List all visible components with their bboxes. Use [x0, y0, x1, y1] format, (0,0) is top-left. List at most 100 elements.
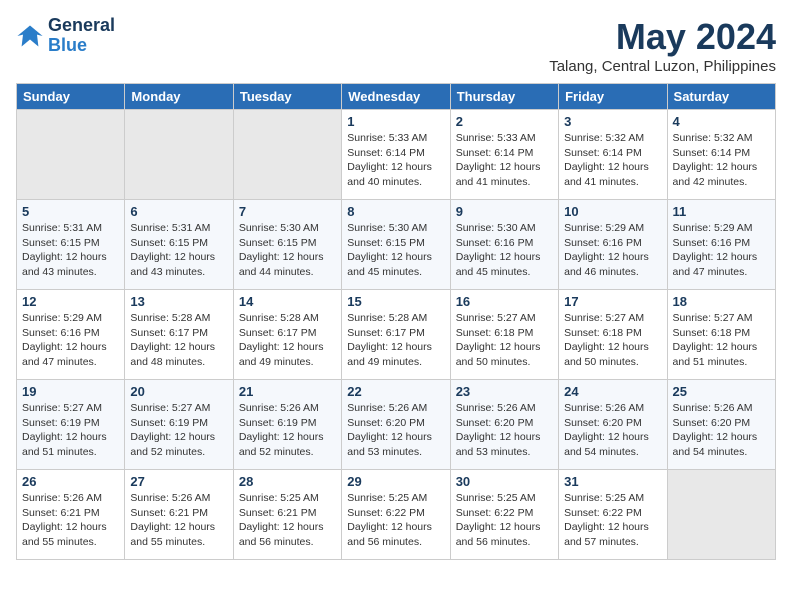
page-header: General Blue May 2024 Talang, Central Lu… — [16, 16, 776, 75]
day-info: Sunrise: 5:27 AM Sunset: 6:19 PM Dayligh… — [130, 401, 227, 460]
calendar-week-row: 12Sunrise: 5:29 AM Sunset: 6:16 PM Dayli… — [17, 290, 776, 380]
calendar-cell: 20 Sunrise: 5:27 AM Sunset: 6:19 PM Dayli… — [125, 380, 233, 470]
day-info: Sunrise: 5:26 AM Sunset: 6:20 PM Dayligh… — [347, 401, 444, 460]
calendar-cell: 7 Sunrise: 5:30 AM Sunset: 6:15 PM Daylig… — [233, 200, 341, 290]
day-number: 28 — [239, 474, 336, 489]
calendar-cell: 31Sunrise: 5:25 AM Sunset: 6:22 PM Dayli… — [559, 470, 667, 560]
calendar-week-row: 19Sunrise: 5:27 AM Sunset: 6:19 PM Dayli… — [17, 380, 776, 470]
title-block: May 2024 Talang, Central Luzon, Philippi… — [549, 16, 776, 75]
day-number: 25 — [673, 384, 770, 399]
day-info: Sunrise: 5:31 AM Sunset: 6:15 PM Dayligh… — [130, 221, 227, 280]
calendar-cell: 17Sunrise: 5:27 AM Sunset: 6:18 PM Dayli… — [559, 290, 667, 380]
day-info: Sunrise: 5:30 AM Sunset: 6:15 PM Dayligh… — [347, 221, 444, 280]
day-info: Sunrise: 5:32 AM Sunset: 6:14 PM Dayligh… — [673, 131, 770, 190]
day-number: 4 — [673, 114, 770, 129]
calendar-cell: 19Sunrise: 5:27 AM Sunset: 6:19 PM Dayli… — [17, 380, 125, 470]
calendar-cell: 30 Sunrise: 5:25 AM Sunset: 6:22 PM Dayli… — [450, 470, 558, 560]
calendar-cell: 21 Sunrise: 5:26 AM Sunset: 6:19 PM Dayli… — [233, 380, 341, 470]
day-info: Sunrise: 5:26 AM Sunset: 6:21 PM Dayligh… — [22, 491, 119, 550]
calendar-cell: 12Sunrise: 5:29 AM Sunset: 6:16 PM Dayli… — [17, 290, 125, 380]
calendar-week-row: 1Sunrise: 5:33 AM Sunset: 6:14 PM Daylig… — [17, 110, 776, 200]
calendar-cell: 22Sunrise: 5:26 AM Sunset: 6:20 PM Dayli… — [342, 380, 450, 470]
calendar-body: 1Sunrise: 5:33 AM Sunset: 6:14 PM Daylig… — [17, 110, 776, 560]
calendar-cell: 6 Sunrise: 5:31 AM Sunset: 6:15 PM Daylig… — [125, 200, 233, 290]
day-info: Sunrise: 5:25 AM Sunset: 6:22 PM Dayligh… — [347, 491, 444, 550]
day-info: Sunrise: 5:31 AM Sunset: 6:15 PM Dayligh… — [22, 221, 119, 280]
day-number: 16 — [456, 294, 553, 309]
calendar-week-row: 26 Sunrise: 5:26 AM Sunset: 6:21 PM Dayli… — [17, 470, 776, 560]
day-info: Sunrise: 5:30 AM Sunset: 6:15 PM Dayligh… — [239, 221, 336, 280]
calendar-cell: 29 Sunrise: 5:25 AM Sunset: 6:22 PM Dayli… — [342, 470, 450, 560]
location-title: Talang, Central Luzon, Philippines — [549, 58, 776, 75]
calendar-cell: 24 Sunrise: 5:26 AM Sunset: 6:20 PM Dayli… — [559, 380, 667, 470]
day-info: Sunrise: 5:26 AM Sunset: 6:20 PM Dayligh… — [673, 401, 770, 460]
day-number: 10 — [564, 204, 661, 219]
month-title: May 2024 — [549, 16, 776, 58]
calendar-cell: 2Sunrise: 5:33 AM Sunset: 6:14 PM Daylig… — [450, 110, 558, 200]
day-number: 13 — [130, 294, 227, 309]
calendar-cell — [667, 470, 775, 560]
day-info: Sunrise: 5:25 AM Sunset: 6:22 PM Dayligh… — [456, 491, 553, 550]
day-number: 31 — [564, 474, 661, 489]
day-info: Sunrise: 5:32 AM Sunset: 6:14 PM Dayligh… — [564, 131, 661, 190]
day-number: 5 — [22, 204, 119, 219]
calendar-cell: 10 Sunrise: 5:29 AM Sunset: 6:16 PM Dayli… — [559, 200, 667, 290]
calendar-cell: 9 Sunrise: 5:30 AM Sunset: 6:16 PM Daylig… — [450, 200, 558, 290]
day-info: Sunrise: 5:25 AM Sunset: 6:21 PM Dayligh… — [239, 491, 336, 550]
day-number: 27 — [130, 474, 227, 489]
day-info: Sunrise: 5:29 AM Sunset: 6:16 PM Dayligh… — [564, 221, 661, 280]
day-number: 26 — [22, 474, 119, 489]
day-info: Sunrise: 5:26 AM Sunset: 6:20 PM Dayligh… — [456, 401, 553, 460]
calendar-week-row: 5 Sunrise: 5:31 AM Sunset: 6:15 PM Daylig… — [17, 200, 776, 290]
day-number: 20 — [130, 384, 227, 399]
day-number: 7 — [239, 204, 336, 219]
calendar-cell: 26 Sunrise: 5:26 AM Sunset: 6:21 PM Dayli… — [17, 470, 125, 560]
day-number: 1 — [347, 114, 444, 129]
day-info: Sunrise: 5:27 AM Sunset: 6:19 PM Dayligh… — [22, 401, 119, 460]
calendar-cell: 18 Sunrise: 5:27 AM Sunset: 6:18 PM Dayli… — [667, 290, 775, 380]
calendar-day-header: Monday — [125, 84, 233, 110]
calendar-cell: 14Sunrise: 5:28 AM Sunset: 6:17 PM Dayli… — [233, 290, 341, 380]
day-number: 23 — [456, 384, 553, 399]
day-number: 30 — [456, 474, 553, 489]
calendar-cell: 13 Sunrise: 5:28 AM Sunset: 6:17 PM Dayli… — [125, 290, 233, 380]
day-number: 2 — [456, 114, 553, 129]
calendar-cell — [233, 110, 341, 200]
day-info: Sunrise: 5:27 AM Sunset: 6:18 PM Dayligh… — [564, 311, 661, 370]
calendar-day-header: Tuesday — [233, 84, 341, 110]
calendar-cell: 23 Sunrise: 5:26 AM Sunset: 6:20 PM Dayli… — [450, 380, 558, 470]
day-info: Sunrise: 5:28 AM Sunset: 6:17 PM Dayligh… — [239, 311, 336, 370]
day-info: Sunrise: 5:29 AM Sunset: 6:16 PM Dayligh… — [22, 311, 119, 370]
calendar-cell — [17, 110, 125, 200]
day-info: Sunrise: 5:28 AM Sunset: 6:17 PM Dayligh… — [347, 311, 444, 370]
calendar-cell: 5 Sunrise: 5:31 AM Sunset: 6:15 PM Daylig… — [17, 200, 125, 290]
day-number: 3 — [564, 114, 661, 129]
day-info: Sunrise: 5:29 AM Sunset: 6:16 PM Dayligh… — [673, 221, 770, 280]
day-number: 6 — [130, 204, 227, 219]
calendar-cell — [125, 110, 233, 200]
day-info: Sunrise: 5:27 AM Sunset: 6:18 PM Dayligh… — [673, 311, 770, 370]
calendar-cell: 27 Sunrise: 5:26 AM Sunset: 6:21 PM Dayli… — [125, 470, 233, 560]
day-info: Sunrise: 5:28 AM Sunset: 6:17 PM Dayligh… — [130, 311, 227, 370]
calendar-cell: 25 Sunrise: 5:26 AM Sunset: 6:20 PM Dayli… — [667, 380, 775, 470]
day-number: 21 — [239, 384, 336, 399]
day-info: Sunrise: 5:26 AM Sunset: 6:21 PM Dayligh… — [130, 491, 227, 550]
logo: General Blue — [16, 16, 115, 56]
calendar-cell: 4 Sunrise: 5:32 AM Sunset: 6:14 PM Daylig… — [667, 110, 775, 200]
day-number: 18 — [673, 294, 770, 309]
calendar-cell: 8 Sunrise: 5:30 AM Sunset: 6:15 PM Daylig… — [342, 200, 450, 290]
calendar-cell: 3 Sunrise: 5:32 AM Sunset: 6:14 PM Daylig… — [559, 110, 667, 200]
day-info: Sunrise: 5:27 AM Sunset: 6:18 PM Dayligh… — [456, 311, 553, 370]
day-number: 9 — [456, 204, 553, 219]
day-number: 24 — [564, 384, 661, 399]
calendar-cell: 15 Sunrise: 5:28 AM Sunset: 6:17 PM Dayli… — [342, 290, 450, 380]
calendar-table: SundayMondayTuesdayWednesdayThursdayFrid… — [16, 83, 776, 560]
calendar-day-header: Sunday — [17, 84, 125, 110]
day-info: Sunrise: 5:26 AM Sunset: 6:20 PM Dayligh… — [564, 401, 661, 460]
day-number: 29 — [347, 474, 444, 489]
day-info: Sunrise: 5:30 AM Sunset: 6:16 PM Dayligh… — [456, 221, 553, 280]
day-info: Sunrise: 5:26 AM Sunset: 6:19 PM Dayligh… — [239, 401, 336, 460]
day-number: 8 — [347, 204, 444, 219]
logo-icon — [16, 22, 44, 50]
day-number: 15 — [347, 294, 444, 309]
